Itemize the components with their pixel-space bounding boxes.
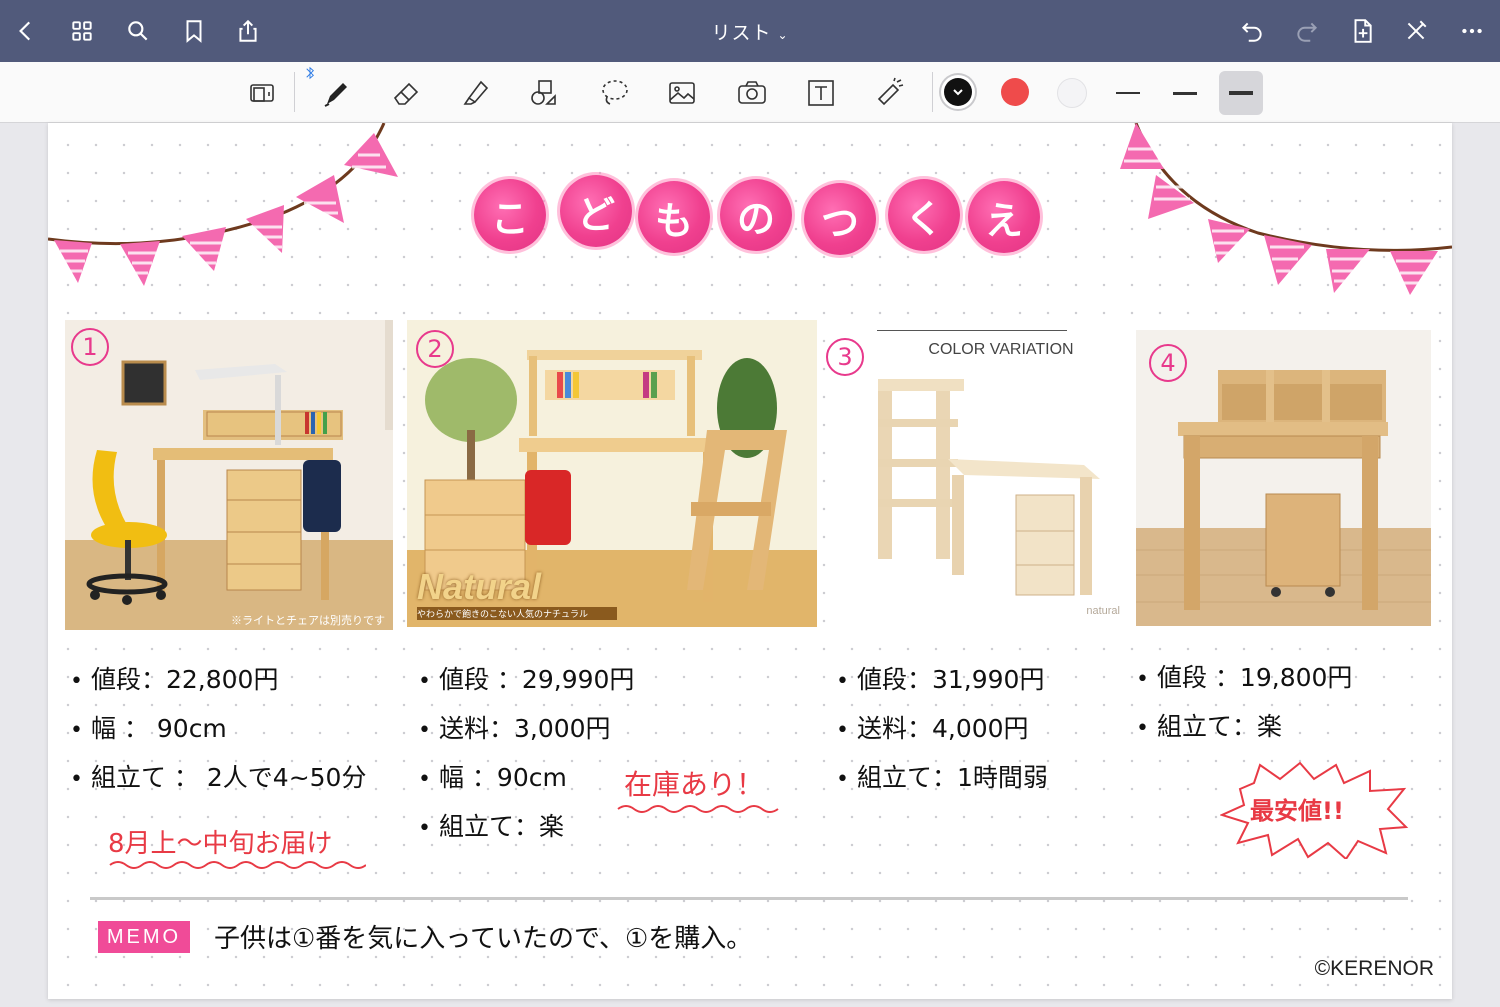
detail-line: 送料：4,000円 xyxy=(836,704,1048,753)
item-number-badge: 3 xyxy=(826,338,864,376)
item-number-badge: 4 xyxy=(1149,344,1187,382)
more-icon[interactable] xyxy=(1454,13,1490,49)
wavy-underline xyxy=(617,805,779,813)
title-char: つ xyxy=(804,183,876,255)
stroke-width-thick[interactable] xyxy=(1219,71,1263,115)
detail-line: 送料：3,000円 xyxy=(418,704,634,753)
lowest-price-note[interactable]: 最安値!! xyxy=(1220,759,1410,859)
title-char: の xyxy=(720,179,792,251)
title-char: も xyxy=(638,181,710,253)
detail-line: 組立て ： 2人で4~50分 xyxy=(70,753,366,802)
product-3-details[interactable]: 値段：31,990円 送料：4,000円 組立て：1時間弱 xyxy=(836,655,1048,802)
photo-caption: ※ライトとチェアは別売りです xyxy=(231,615,385,627)
page-title: こ ど も の つ く え xyxy=(474,175,1044,255)
notebook-page[interactable]: こ ど も の つ く え ※ライトとチェアは別売りです 1 Natural や… xyxy=(48,123,1452,999)
product-2-details[interactable]: 値段 ：29,990円 送料：3,000円 幅 ：90cm 組立て：楽 xyxy=(418,655,634,851)
title-char: え xyxy=(968,181,1040,253)
grid-icon[interactable] xyxy=(64,13,100,49)
eraser-icon[interactable] xyxy=(384,71,428,115)
item-number-badge: 1 xyxy=(71,328,109,366)
bunting-left-decoration xyxy=(48,123,398,286)
product-2-photo[interactable]: Natural やわらかで飽きのこない人気のナチュラル xyxy=(407,320,817,627)
camera-icon[interactable] xyxy=(730,71,774,115)
color-variation-label: COLOR VARIATION xyxy=(928,341,1074,358)
memo-label: MEMO xyxy=(98,921,190,953)
stock-note[interactable]: 在庫あり！ xyxy=(617,763,779,813)
product-4-details[interactable]: 値段 ：19,800円 組立て：楽 xyxy=(1136,653,1352,751)
chevron-down-icon[interactable]: ⌄ xyxy=(777,28,788,42)
detail-line: 幅 ：90cm xyxy=(418,753,634,802)
close-pen-icon[interactable] xyxy=(1398,13,1434,49)
detail-line: 組立て：楽 xyxy=(1136,702,1352,751)
color-variation-rule xyxy=(877,330,1067,331)
color-swatch-black[interactable] xyxy=(944,78,972,106)
detail-line: 値段 ：29,990円 xyxy=(418,655,634,704)
delivery-note[interactable]: 8月上～中旬お届け xyxy=(108,823,366,869)
wavy-underline xyxy=(109,861,366,869)
shapes-icon[interactable] xyxy=(522,71,566,115)
stock-note-text: 在庫あり！ xyxy=(624,768,765,801)
title-char: ど xyxy=(560,175,632,247)
redo-icon[interactable] xyxy=(1289,13,1325,49)
highlighter-icon[interactable] xyxy=(454,71,498,115)
section-divider xyxy=(90,897,1408,900)
image-icon[interactable] xyxy=(660,71,704,115)
drawing-toolbar xyxy=(0,62,1500,123)
search-icon[interactable] xyxy=(120,13,156,49)
title-text[interactable]: リスト xyxy=(711,22,771,44)
product-1-details[interactable]: 値段：22,800円 幅 ： 90cm 組立て ： 2人で4~50分 xyxy=(70,655,366,802)
undo-icon[interactable] xyxy=(1234,13,1270,49)
item-number-badge: 2 xyxy=(416,330,454,368)
stroke-width-thin[interactable] xyxy=(1106,71,1150,115)
detail-line: 組立て：楽 xyxy=(418,802,634,851)
laser-pointer-icon[interactable] xyxy=(868,71,912,115)
detail-line: 値段：31,990円 xyxy=(836,655,1048,704)
detail-line: 幅 ： 90cm xyxy=(70,704,366,753)
product-3-photo[interactable]: natural xyxy=(848,319,1138,625)
delivery-note-text: 8月上～中旬お届け xyxy=(108,829,333,859)
toolbar-separator xyxy=(932,72,933,112)
detail-line: 組立て：1時間弱 xyxy=(836,753,1048,802)
lowest-price-text: 最安値!! xyxy=(1250,797,1344,825)
product-1-photo[interactable]: ※ライトとチェアは別売りです xyxy=(65,320,393,630)
read-mode-icon[interactable] xyxy=(240,71,284,115)
detail-line: 値段 ：19,800円 xyxy=(1136,653,1352,702)
detail-line: 値段：22,800円 xyxy=(70,655,366,704)
photo-caption: natural xyxy=(1086,605,1120,617)
color-swatch-red[interactable] xyxy=(1001,78,1029,106)
pen-icon[interactable] xyxy=(314,71,358,115)
lasso-icon[interactable] xyxy=(592,71,636,115)
color-swatch-white[interactable] xyxy=(1057,78,1087,108)
document-title: リスト ⌄ xyxy=(0,18,1500,45)
share-icon[interactable] xyxy=(230,13,266,49)
copyright-text: ©KERENOR xyxy=(1314,957,1434,980)
title-char: こ xyxy=(474,179,546,251)
memo-text[interactable]: 子供は①番を気に入っていたので、①を購入。 xyxy=(214,918,752,955)
text-icon[interactable] xyxy=(799,71,843,115)
stroke-width-medium[interactable] xyxy=(1163,71,1207,115)
title-char: く xyxy=(888,179,960,251)
add-page-icon[interactable] xyxy=(1344,13,1380,49)
bookmark-icon[interactable] xyxy=(176,13,212,49)
brand-label: Natural xyxy=(417,566,542,607)
brand-subtitle: やわらかで飽きのこない人気のナチュラル xyxy=(417,607,617,620)
top-navigation-bar: リスト ⌄ xyxy=(0,0,1500,62)
bunting-right-decoration xyxy=(1120,123,1452,295)
toolbar-separator xyxy=(294,72,295,112)
chevron-left-icon[interactable] xyxy=(8,13,44,49)
